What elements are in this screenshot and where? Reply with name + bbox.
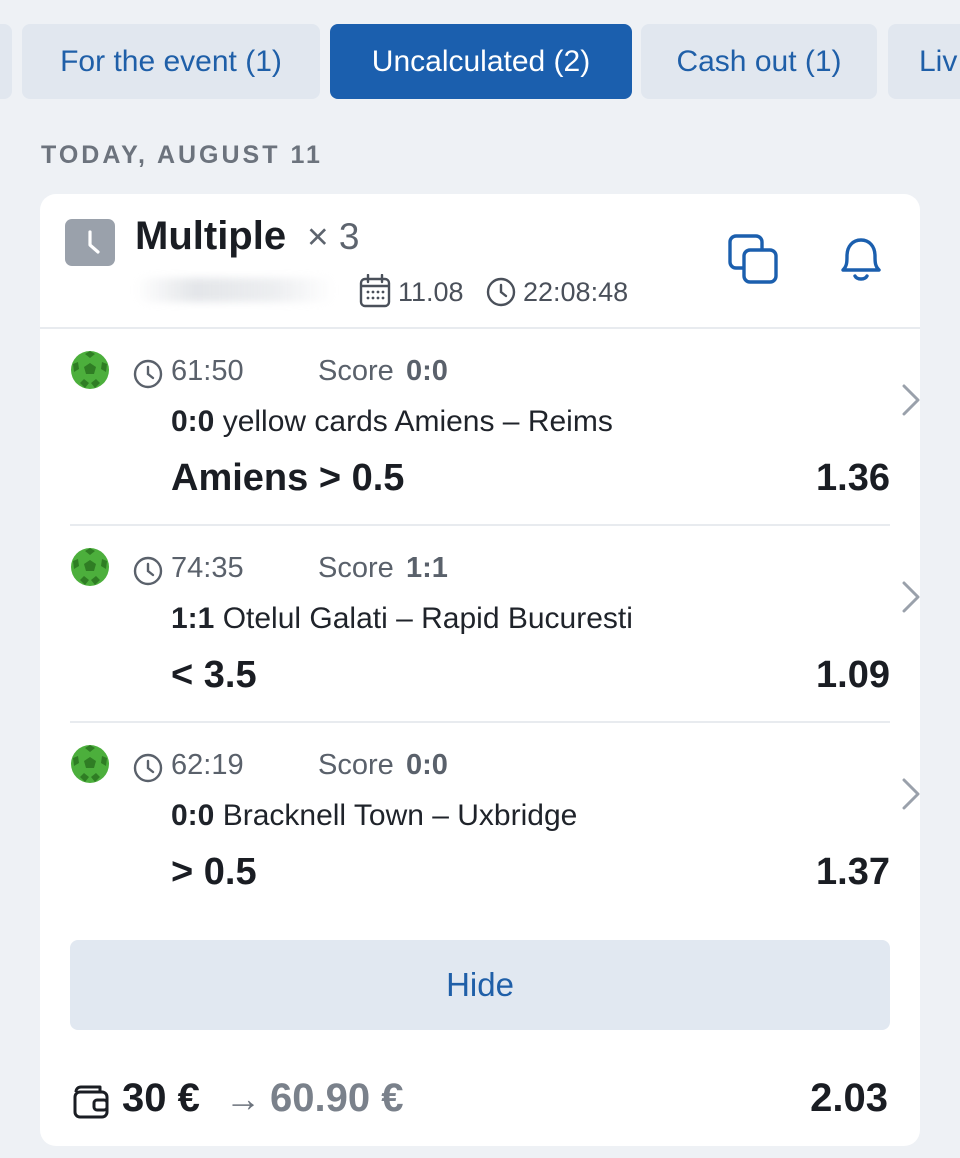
event-score-label: Score — [318, 749, 394, 781]
blurred-bet-id — [135, 278, 335, 302]
tab-for-the-event[interactable]: For the event (1) — [22, 24, 320, 99]
tab-cash-out[interactable]: Cash out (1) — [641, 24, 877, 99]
event-pick: Amiens > 0.5 — [171, 457, 405, 499]
bet-card: Multiple × 3 11.08 22:08:48 61:50 Score … — [40, 194, 920, 1146]
clock-icon — [486, 277, 516, 307]
bet-event-row[interactable]: 62:19 Score 0:0 0:0 Bracknell Town – Uxb… — [70, 724, 920, 920]
bet-filter-tabs: For the event (1) Uncalculated (2) Cash … — [0, 24, 960, 99]
event-match-name: 0:0 yellow cards Amiens – Reims — [171, 405, 613, 439]
date-header: TODAY, AUGUST 11 — [41, 141, 323, 169]
total-odds: 2.03 — [810, 1076, 888, 1120]
event-match-score: 0:0 — [171, 405, 215, 438]
bet-selection-count: × 3 — [307, 216, 360, 257]
event-odds: 1.09 — [816, 654, 890, 696]
pending-clock-icon — [65, 219, 115, 266]
event-pick: > 0.5 — [171, 851, 257, 893]
event-odds: 1.37 — [816, 851, 890, 893]
clock-icon — [133, 359, 163, 389]
event-match-teams: Otelul Galati – Rapid Bucuresti — [222, 602, 633, 635]
clock-icon — [133, 753, 163, 783]
tab-previous[interactable] — [0, 24, 12, 99]
potential-payout: 60.90 € — [270, 1076, 404, 1120]
stake-amount: 30 € — [122, 1076, 200, 1120]
event-match-time: 61:50 — [171, 355, 244, 387]
calendar-icon — [359, 274, 391, 308]
clock-icon — [133, 556, 163, 586]
football-icon — [71, 745, 109, 783]
event-match-time: 74:35 — [171, 552, 244, 584]
event-match-teams: yellow cards Amiens – Reims — [222, 405, 613, 438]
copy-icon[interactable] — [726, 232, 782, 288]
bet-event-row[interactable]: 61:50 Score 0:0 0:0 yellow cards Amiens … — [70, 330, 920, 526]
chevron-right-icon[interactable] — [900, 382, 920, 418]
bet-date: 11.08 — [398, 277, 464, 307]
bet-type-title: Multiple — [135, 214, 287, 258]
event-score: 0:0 — [406, 749, 448, 781]
football-icon — [71, 548, 109, 586]
event-pick: < 3.5 — [171, 654, 257, 696]
event-match-name: 0:0 Bracknell Town – Uxbridge — [171, 799, 577, 833]
event-match-score: 0:0 — [171, 799, 215, 832]
chevron-right-icon[interactable] — [900, 776, 920, 812]
arrow-right-icon: → — [225, 1078, 261, 1119]
tab-uncalculated[interactable]: Uncalculated (2) — [330, 24, 632, 99]
event-match-score: 1:1 — [171, 602, 215, 635]
event-match-time: 62:19 — [171, 749, 244, 781]
event-match-teams: Bracknell Town – Uxbridge — [222, 799, 578, 832]
bet-time: 22:08:48 — [523, 277, 629, 307]
tab-live[interactable]: Liv — [888, 24, 960, 99]
bell-icon[interactable] — [833, 232, 889, 288]
event-score-label: Score — [318, 355, 394, 387]
event-match-name: 1:1 Otelul Galati – Rapid Bucuresti — [171, 602, 633, 636]
bet-event-row[interactable]: 74:35 Score 1:1 1:1 Otelul Galati – Rapi… — [70, 527, 920, 723]
event-score: 1:1 — [406, 552, 448, 584]
event-score: 0:0 — [406, 355, 448, 387]
football-icon — [71, 351, 109, 389]
chevron-right-icon[interactable] — [900, 579, 920, 615]
hide-button[interactable]: Hide — [70, 940, 890, 1030]
event-odds: 1.36 — [816, 457, 890, 499]
bet-card-header: Multiple × 3 11.08 22:08:48 — [40, 194, 920, 329]
event-score-label: Score — [318, 552, 394, 584]
wallet-icon — [73, 1085, 109, 1119]
